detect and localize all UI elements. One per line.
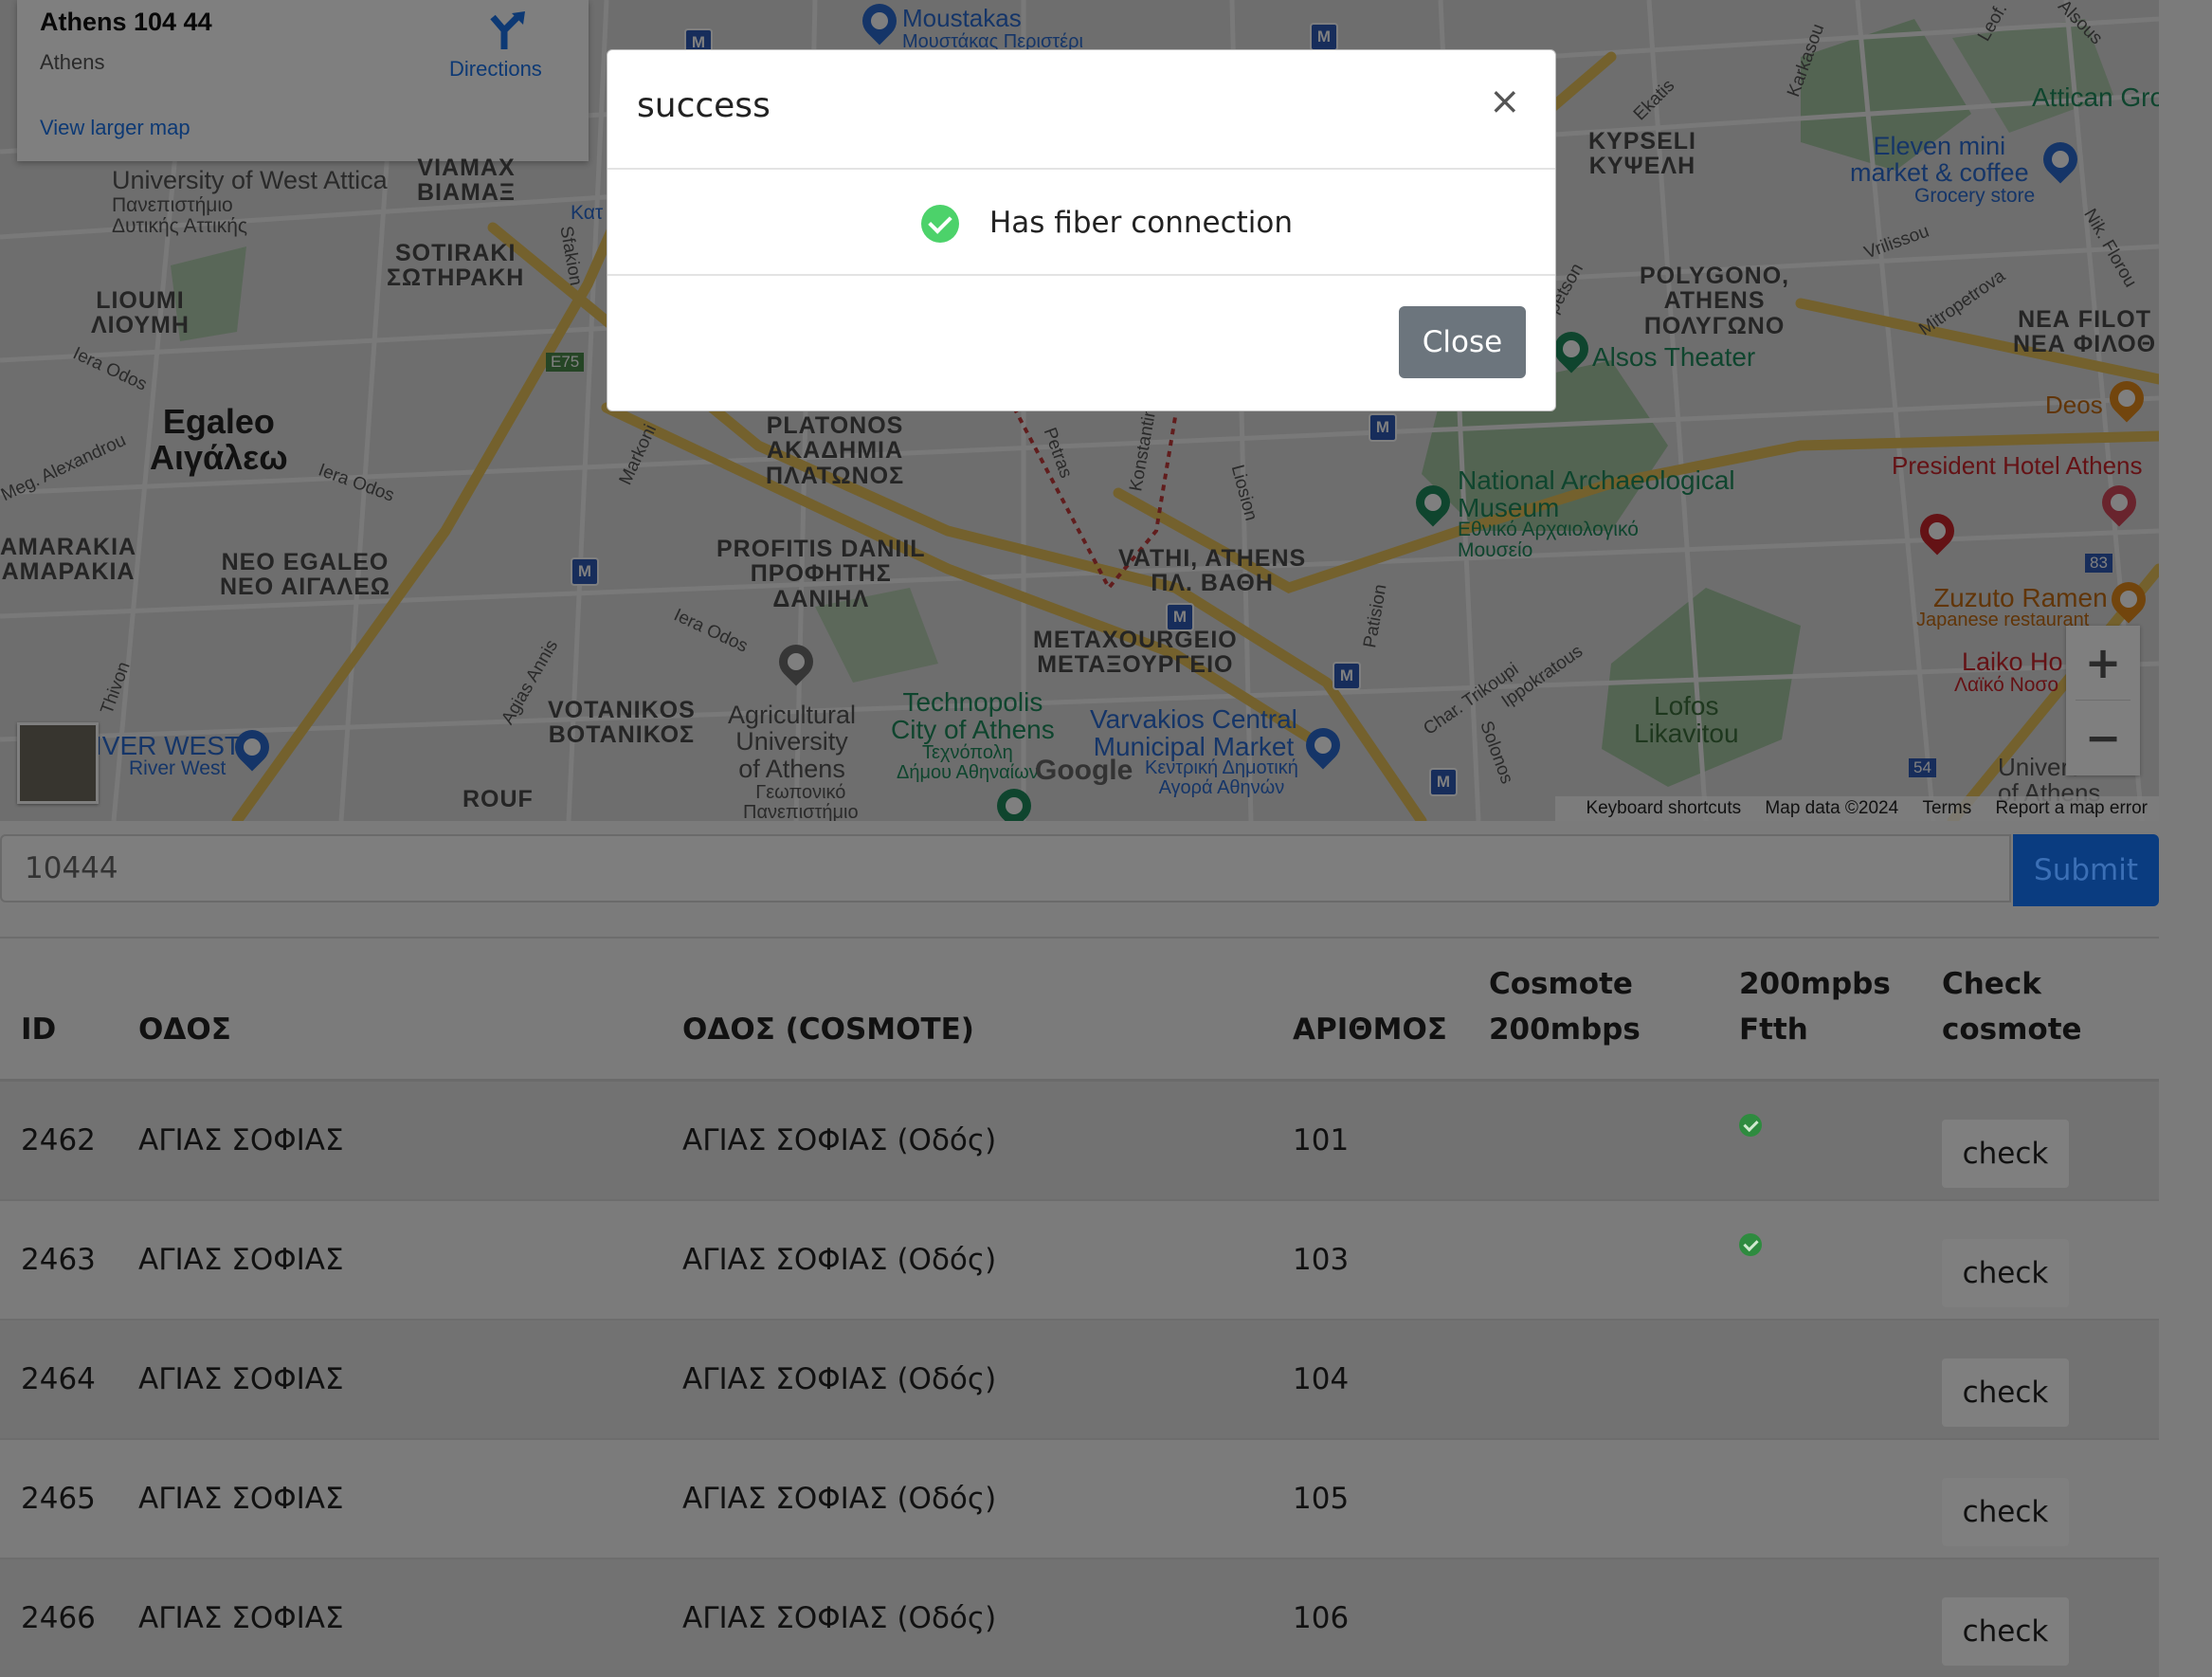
cell-street-cosmote: ΑΓΙΑΣ ΣΟΦΙΑΣ (Οδός) [662, 1558, 1272, 1677]
cell-check: check [1920, 1558, 2159, 1677]
cell-number: 104 [1272, 1319, 1468, 1439]
table-row: 2466 ΑΓΙΑΣ ΣΟΦΙΑΣ ΑΓΙΑΣ ΣΟΦΙΑΣ (Οδός) 10… [0, 1558, 2159, 1677]
cell-ftth [1717, 1438, 1921, 1559]
column-header-street-cosmote: ΟΔΟΣ (COSMOTE) [662, 948, 1272, 1082]
cell-check: check [1920, 1319, 2159, 1439]
table-row: 2465 ΑΓΙΑΣ ΣΟΦΙΑΣ ΑΓΙΑΣ ΣΟΦΙΑΣ (Οδός) 10… [0, 1438, 2159, 1559]
check-button[interactable]: check [1941, 1478, 2069, 1546]
cell-cosmote-200mbps [1467, 1319, 1718, 1439]
cell-ftth [1717, 1558, 1921, 1677]
cell-number: 103 [1272, 1199, 1468, 1320]
check-circle-icon [1738, 1233, 1762, 1256]
postcode-input[interactable] [0, 834, 2011, 902]
check-button[interactable]: check [1941, 1358, 2069, 1427]
postcode-search-form: Submit [0, 834, 2159, 906]
check-button[interactable]: check [1941, 1597, 2069, 1666]
cell-cosmote-200mbps [1467, 1438, 1718, 1559]
cell-id: 2464 [0, 1319, 118, 1439]
modal-title: success [637, 86, 771, 125]
cell-street-cosmote: ΑΓΙΑΣ ΣΟΦΙΑΣ (Οδός) [662, 1319, 1272, 1439]
column-header-id: ID [0, 948, 118, 1082]
table-row: 2462 ΑΓΙΑΣ ΣΟΦΙΑΣ ΑΓΙΑΣ ΣΟΦΙΑΣ (Οδός) 10… [0, 1079, 2159, 1200]
cell-street: ΑΓΙΑΣ ΣΟΦΙΑΣ [118, 1319, 662, 1439]
cell-cosmote-200mbps [1467, 1558, 1718, 1677]
table-row: 2463 ΑΓΙΑΣ ΣΟΦΙΑΣ ΑΓΙΑΣ ΣΟΦΙΑΣ (Οδός) 10… [0, 1199, 2159, 1320]
cell-cosmote-200mbps [1467, 1199, 1718, 1320]
submit-button[interactable]: Submit [2013, 834, 2159, 906]
cell-street-cosmote: ΑΓΙΑΣ ΣΟΦΙΑΣ (Οδός) [662, 1438, 1272, 1559]
cell-check: check [1920, 1199, 2159, 1320]
cell-check: check [1920, 1079, 2159, 1200]
modal-message: Has fiber connection [989, 206, 1293, 240]
column-header-cosmote-200mbps: Cosmote 200mbps [1467, 948, 1718, 1082]
column-header-number: ΑΡΙΘΜΟΣ [1272, 948, 1468, 1082]
cell-street: ΑΓΙΑΣ ΣΟΦΙΑΣ [118, 1438, 662, 1559]
cell-street: ΑΓΙΑΣ ΣΟΦΙΑΣ [118, 1199, 662, 1320]
modal-body: Has fiber connection [607, 170, 1555, 276]
cell-id: 2463 [0, 1199, 118, 1320]
check-circle-icon [921, 205, 959, 243]
column-header-ftth: 200mpbs Ftth [1717, 948, 1921, 1082]
cell-check: check [1920, 1438, 2159, 1559]
cell-ftth [1717, 1199, 1921, 1320]
divider [0, 937, 2159, 939]
cell-number: 101 [1272, 1079, 1468, 1200]
column-header-check-cosmote: Check cosmote [1920, 948, 2159, 1082]
cell-street: ΑΓΙΑΣ ΣΟΦΙΑΣ [118, 1558, 662, 1677]
cell-id: 2466 [0, 1558, 118, 1677]
table-row: 2464 ΑΓΙΑΣ ΣΟΦΙΑΣ ΑΓΙΑΣ ΣΟΦΙΑΣ (Οδός) 10… [0, 1319, 2159, 1439]
table-header-row: ID ΟΔΟΣ ΟΔΟΣ (COSMOTE) ΑΡΙΘΜΟΣ Cosmote 20… [0, 948, 2159, 1082]
cell-id: 2462 [0, 1079, 118, 1200]
cell-cosmote-200mbps [1467, 1079, 1718, 1200]
cell-number: 106 [1272, 1558, 1468, 1677]
cell-ftth [1717, 1319, 1921, 1439]
cell-street-cosmote: ΑΓΙΑΣ ΣΟΦΙΑΣ (Οδός) [662, 1199, 1272, 1320]
cell-ftth [1717, 1079, 1921, 1200]
column-header-street: ΟΔΟΣ [118, 948, 662, 1082]
cell-number: 105 [1272, 1438, 1468, 1559]
cell-street: ΑΓΙΑΣ ΣΟΦΙΑΣ [118, 1079, 662, 1200]
success-modal: success × Has fiber connection Close [607, 49, 1556, 411]
check-circle-icon [1738, 1114, 1762, 1137]
modal-header: success × [607, 50, 1555, 170]
close-icon[interactable]: × [1489, 82, 1521, 120]
close-button[interactable]: Close [1399, 306, 1526, 378]
cell-id: 2465 [0, 1438, 118, 1559]
check-button[interactable]: check [1941, 1239, 2069, 1307]
cell-street-cosmote: ΑΓΙΑΣ ΣΟΦΙΑΣ (Οδός) [662, 1079, 1272, 1200]
results-table: ID ΟΔΟΣ ΟΔΟΣ (COSMOTE) ΑΡΙΘΜΟΣ Cosmote 20… [0, 948, 2159, 1677]
check-button[interactable]: check [1941, 1120, 2069, 1188]
